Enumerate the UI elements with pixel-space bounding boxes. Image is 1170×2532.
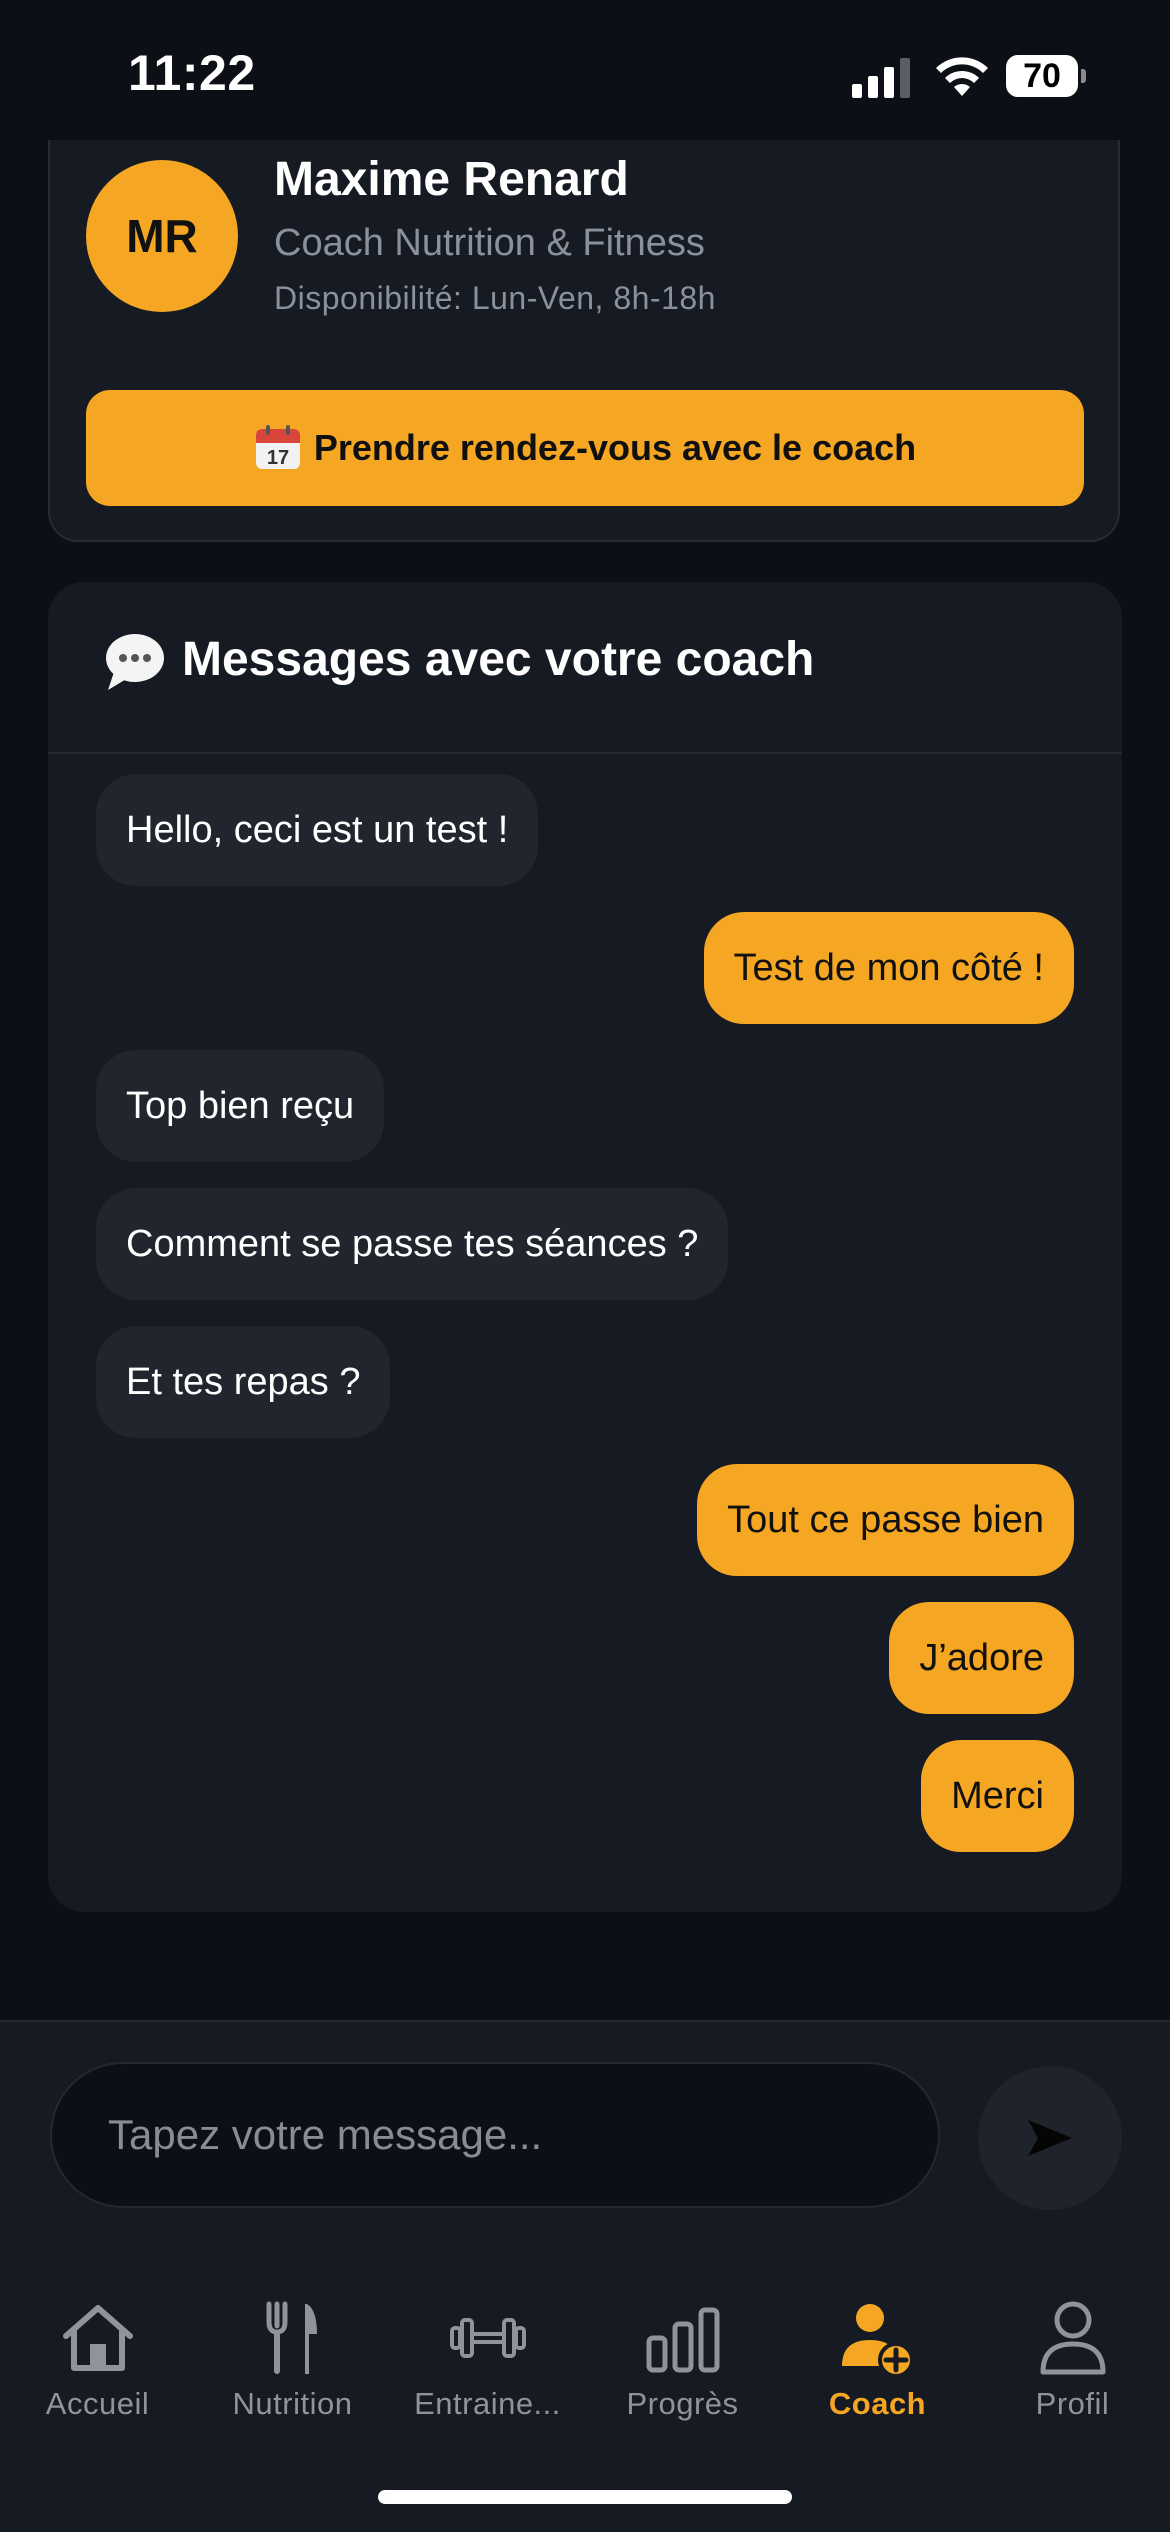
calendar-icon: 17 <box>255 425 300 469</box>
fork-knife-icon <box>266 2301 317 2374</box>
send-button[interactable] <box>978 2066 1122 2210</box>
wifi-icon <box>936 57 988 96</box>
message-bubble-user: J’adore <box>889 1602 1074 1714</box>
book-appointment-label: Prendre rendez-vous avec le coach <box>313 427 917 468</box>
tab-profil[interactable]: Profil <box>975 2296 1170 2426</box>
speech-bubble-icon <box>106 634 164 690</box>
coach-availability: Disponibilité: Lun-Ven, 8h-18h <box>274 280 716 316</box>
divider <box>48 752 1122 754</box>
tab-label: Profil <box>1035 2386 1110 2421</box>
message-bubble-coach: Comment se passe tes séances ? <box>96 1188 729 1300</box>
message-bubble-coach: Hello, ceci est un test ! <box>96 774 539 886</box>
tab-progres[interactable]: Progrès <box>585 2296 780 2426</box>
tab-coach[interactable]: Coach <box>780 2296 975 2426</box>
cellular-signal-icon <box>852 58 910 98</box>
dumbbell-icon <box>449 2318 526 2358</box>
home-indicator <box>378 2490 792 2504</box>
book-appointment-button[interactable]: 17 Prendre rendez-vous avec le coach <box>86 390 1084 506</box>
message-bubble-user: Merci <box>921 1740 1074 1852</box>
tab-label: Entraine... <box>414 2386 561 2421</box>
send-arrow-icon <box>1028 2120 1072 2156</box>
tab-label: Progrès <box>626 2386 739 2421</box>
message-bubble-user: Test de mon côté ! <box>703 912 1074 1024</box>
battery-level: 70 <box>1006 55 1078 97</box>
message-bubble-coach: Top bien reçu <box>96 1050 385 1162</box>
message-input[interactable]: Tapez votre message... <box>50 2062 940 2208</box>
battery-icon: 70 <box>1006 55 1086 97</box>
svg-text:17: 17 <box>267 447 289 469</box>
coach-role: Coach Nutrition & Fitness <box>274 222 705 264</box>
profile-icon <box>1040 2301 1105 2375</box>
coach-avatar: MR <box>86 160 238 312</box>
coach-name: Maxime Renard <box>274 153 629 206</box>
bar-chart-icon <box>646 2307 719 2373</box>
tab-label: Coach <box>828 2386 927 2421</box>
coach-add-icon <box>841 2304 914 2378</box>
tab-label: Accueil <box>45 2386 150 2421</box>
status-time: 11:22 <box>128 45 256 101</box>
tab-entrainement[interactable]: Entraine... <box>390 2296 585 2426</box>
messages-title: Messages avec votre coach <box>182 633 815 686</box>
tab-nutrition[interactable]: Nutrition <box>195 2296 390 2426</box>
message-bubble-user: Tout ce passe bien <box>697 1464 1074 1576</box>
message-bubble-coach: Et tes repas ? <box>96 1326 391 1438</box>
tab-label: Nutrition <box>232 2386 353 2421</box>
home-icon <box>62 2305 133 2371</box>
tab-accueil[interactable]: Accueil <box>0 2296 195 2426</box>
